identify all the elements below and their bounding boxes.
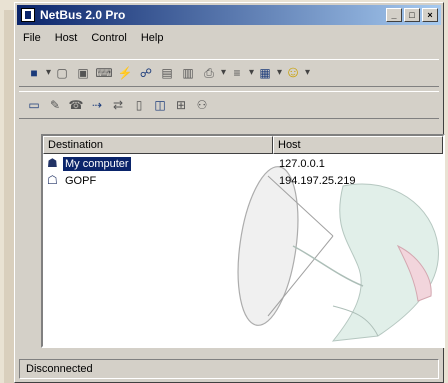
printer-icon[interactable]: ⎙ — [200, 64, 218, 82]
chart-icon[interactable]: ◫ — [151, 96, 169, 114]
app-window: NetBus 2.0 Pro _ □ × File Host Control H… — [14, 2, 445, 383]
people-icon[interactable]: ⚇ — [193, 96, 211, 114]
document-icon[interactable]: ▯ — [130, 96, 148, 114]
network-icon[interactable]: ☍ — [137, 64, 155, 82]
close-button[interactable]: × — [422, 8, 438, 22]
toolbar-main: ■ ▾ ▢ ▣ ⌨ ⚡ ☍ ▤ ▥ ⎙ ▾ ≡ ▾ ▦ ▾ ☺ ▾ — [19, 59, 439, 87]
edit-icon[interactable]: ✎ — [46, 96, 64, 114]
destination-list[interactable]: Destination Host ☗ My computer 127.0.0.1… — [41, 134, 445, 348]
minimize-button[interactable]: _ — [386, 8, 402, 22]
satellite-dish-illustration — [237, 166, 439, 342]
destination-name: GOPF — [65, 175, 97, 187]
monitor-icon[interactable]: ▭ — [25, 96, 43, 114]
host-icon[interactable]: ■ — [25, 64, 43, 82]
screen-icon[interactable]: ▢ — [53, 64, 71, 82]
folder-icon[interactable]: ▥ — [179, 64, 197, 82]
window-icon[interactable]: ▣ — [74, 64, 92, 82]
column-header-host[interactable]: Host — [273, 136, 443, 154]
menu-host[interactable]: Host — [55, 29, 78, 47]
plug-icon[interactable]: ⚡ — [116, 64, 134, 82]
window-controls: _ □ × — [386, 8, 438, 22]
keyboard-icon[interactable]: ⌨ — [95, 64, 113, 82]
list-item[interactable]: ☗ My computer 127.0.0.1 — [43, 156, 443, 172]
toolbar-secondary: ▭ ✎ ☎ ⇢ ⇄ ▯ ◫ ⊞ ⚇ — [19, 91, 439, 119]
status-bar: Disconnected — [19, 359, 439, 379]
column-header-destination[interactable]: Destination — [43, 136, 273, 154]
smiley-icon[interactable]: ☺ — [284, 64, 302, 82]
dropdown-arrow-icon[interactable]: ▾ — [46, 64, 51, 82]
app-icon[interactable] — [21, 8, 35, 22]
computer-user-icon: ☗ — [47, 156, 58, 170]
maximize-button[interactable]: □ — [404, 8, 420, 22]
grid-icon[interactable]: ▦ — [256, 64, 274, 82]
menu-help[interactable]: Help — [141, 29, 164, 47]
file-icon[interactable]: ▤ — [158, 64, 176, 82]
connect-icon[interactable]: ⇄ — [109, 96, 127, 114]
dropdown-arrow-icon[interactable]: ▾ — [305, 64, 310, 82]
menu-control[interactable]: Control — [91, 29, 126, 47]
dropdown-arrow-icon[interactable]: ▾ — [221, 64, 226, 82]
menu-bar: File Host Control Help — [19, 29, 163, 47]
title-bar[interactable]: NetBus 2.0 Pro _ □ × — [17, 5, 441, 25]
arrow-icon[interactable]: ⇢ — [88, 96, 106, 114]
destination-name: My computer — [63, 157, 131, 171]
phone-icon[interactable]: ☎ — [67, 96, 85, 114]
list-icon[interactable]: ≡ — [228, 64, 246, 82]
list-item[interactable]: ☖ GOPF 194.197.25.219 — [43, 173, 443, 189]
host-address: 127.0.0.1 — [279, 158, 325, 170]
host-address: 194.197.25.219 — [279, 175, 356, 187]
computer-network-icon: ☖ — [47, 173, 58, 187]
window-title: NetBus 2.0 Pro — [40, 8, 126, 22]
tree-icon[interactable]: ⊞ — [172, 96, 190, 114]
dropdown-arrow-icon[interactable]: ▾ — [249, 64, 254, 82]
menu-file[interactable]: File — [23, 29, 41, 47]
dropdown-arrow-icon[interactable]: ▾ — [277, 64, 282, 82]
